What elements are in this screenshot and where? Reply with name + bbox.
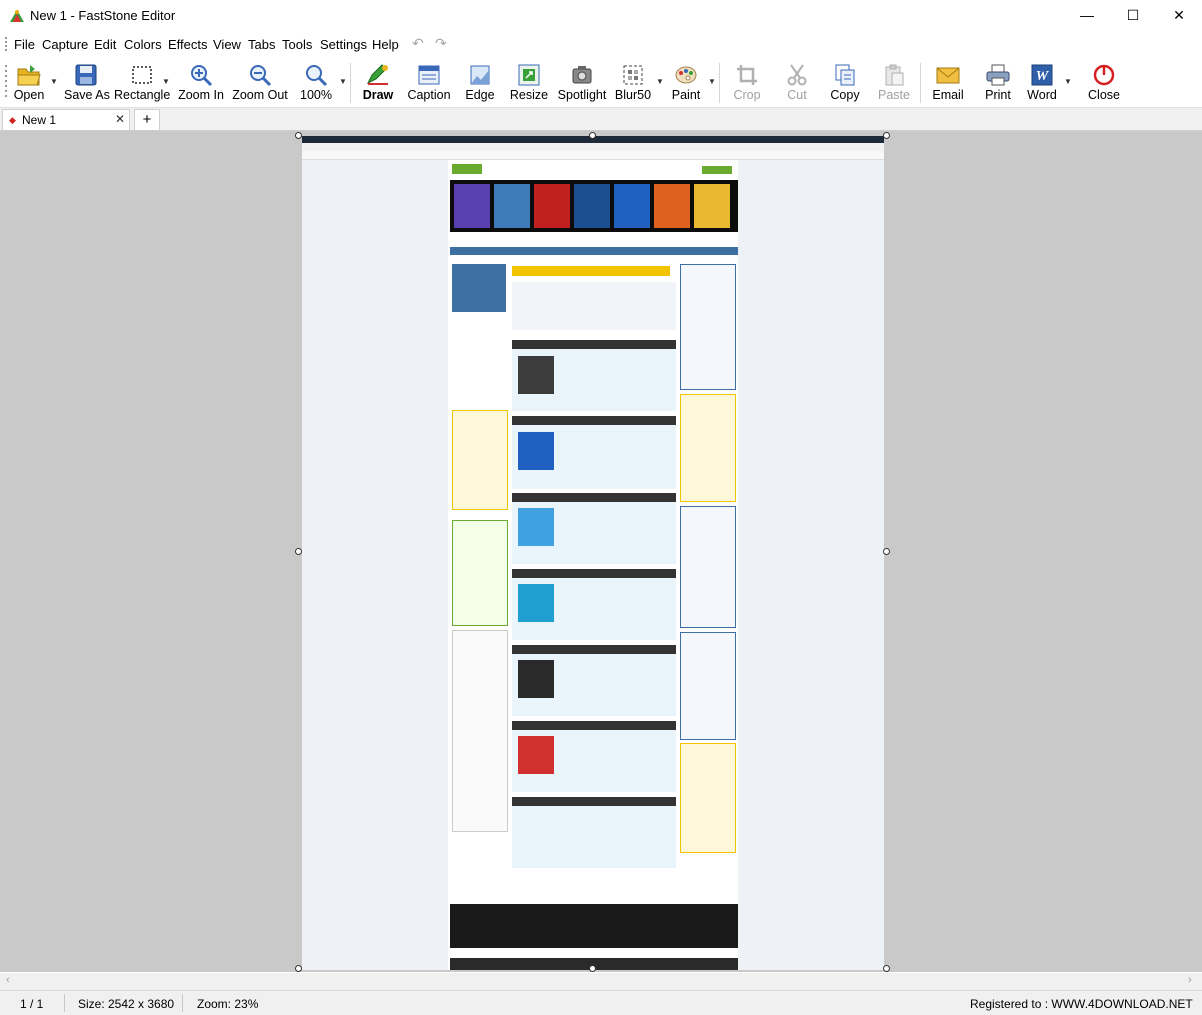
zoom-in-button[interactable]: Zoom In xyxy=(176,57,226,105)
zoom-100-icon xyxy=(306,65,328,87)
paste-button[interactable]: Paste xyxy=(874,57,914,105)
email-icon xyxy=(936,67,960,84)
blur-button[interactable]: Blur50 xyxy=(612,57,654,105)
captured-image[interactable] xyxy=(302,136,884,970)
resize-handle[interactable] xyxy=(295,548,302,555)
zoom-out-icon xyxy=(250,65,272,87)
resize-handle[interactable] xyxy=(295,132,302,139)
status-bar: 1 / 1 Size: 2542 x 3680 Zoom: 23% Regist… xyxy=(0,990,1202,1015)
menu-edit[interactable]: Edit xyxy=(94,37,116,52)
caption-button[interactable]: Caption xyxy=(404,57,454,105)
rectangle-icon xyxy=(132,66,152,84)
cut-button[interactable]: Cut xyxy=(777,57,817,105)
menu-settings[interactable]: Settings xyxy=(320,37,367,52)
save-as-button[interactable]: Save As xyxy=(64,57,110,105)
resize-handle[interactable] xyxy=(589,965,596,972)
horizontal-scrollbar[interactable]: ‹ › xyxy=(0,973,1202,990)
registration-text: Registered to : WWW.4DOWNLOAD.NET xyxy=(970,997,1193,1011)
toolbar: Open ▼ Save As Rectangle ▼ Zoom In Zoom … xyxy=(0,57,1202,108)
edge-icon xyxy=(470,65,490,85)
zoom-in-icon xyxy=(191,65,213,87)
menu-file[interactable]: File xyxy=(14,37,35,52)
menu-colors[interactable]: Colors xyxy=(124,37,162,52)
resize-handle[interactable] xyxy=(883,548,890,555)
zoom-out-button[interactable]: Zoom Out xyxy=(230,57,290,105)
cut-icon xyxy=(787,64,807,86)
menu-view[interactable]: View xyxy=(213,37,241,52)
resize-handle[interactable] xyxy=(883,132,890,139)
add-tab-button[interactable]: + xyxy=(134,109,160,131)
resize-handle[interactable] xyxy=(295,965,302,972)
resize-handle[interactable] xyxy=(883,965,890,972)
window-title: New 1 - FastStone Editor xyxy=(30,8,176,23)
caption-icon xyxy=(418,65,440,85)
word-icon: W xyxy=(1031,64,1053,86)
copy-icon xyxy=(835,64,855,86)
zoom-100-button[interactable]: 100% xyxy=(296,57,336,105)
zoom-level: Zoom: 23% xyxy=(197,997,259,1011)
resize-button[interactable]: Resize xyxy=(507,57,551,105)
page-indicator: 1 / 1 xyxy=(20,997,44,1011)
draw-button[interactable]: Draw xyxy=(358,57,398,105)
word-button[interactable]: W Word xyxy=(1022,57,1062,105)
print-icon xyxy=(986,64,1010,86)
open-icon xyxy=(17,65,41,86)
tab-new-1[interactable]: ◆ New 1 ✕ xyxy=(2,109,130,130)
email-button[interactable]: Email xyxy=(928,57,968,105)
print-button[interactable]: Print xyxy=(978,57,1018,105)
redo-icon[interactable]: ↷ xyxy=(435,35,447,52)
svg-text:W: W xyxy=(1036,69,1050,84)
scroll-left-icon[interactable]: ‹ xyxy=(6,974,10,986)
minimize-button[interactable]: — xyxy=(1064,0,1110,31)
copy-button[interactable]: Copy xyxy=(825,57,865,105)
resize-handle[interactable] xyxy=(589,132,596,139)
draw-icon xyxy=(366,64,388,85)
title-bar: New 1 - FastStone Editor — ☐ ✕ xyxy=(0,0,1202,31)
undo-icon[interactable]: ↶ xyxy=(412,35,424,52)
canvas-area[interactable] xyxy=(0,131,1202,972)
crop-button[interactable]: Crop xyxy=(727,57,767,105)
menu-tools[interactable]: Tools xyxy=(282,37,312,52)
menu-effects[interactable]: Effects xyxy=(168,37,208,52)
paint-button[interactable]: Paint xyxy=(666,57,706,105)
paint-icon xyxy=(675,66,697,84)
paste-icon xyxy=(885,64,904,86)
scroll-right-icon[interactable]: › xyxy=(1188,974,1192,986)
edge-button[interactable]: Edge xyxy=(460,57,500,105)
menu-help[interactable]: Help xyxy=(372,37,399,52)
spotlight-button[interactable]: Spotlight xyxy=(556,57,608,105)
menu-bar: File Capture Edit Colors Effects View Ta… xyxy=(0,32,1202,55)
blur-icon xyxy=(623,65,643,85)
tab-strip: ◆ New 1 ✕ + xyxy=(0,108,1202,131)
maximize-button[interactable]: ☐ xyxy=(1110,0,1156,31)
open-button[interactable]: Open xyxy=(10,57,48,105)
app-icon xyxy=(10,10,24,22)
crop-icon xyxy=(737,65,757,85)
save-icon xyxy=(75,64,97,86)
menu-capture[interactable]: Capture xyxy=(42,37,88,52)
tab-close-icon[interactable]: ✕ xyxy=(115,112,125,126)
image-size: Size: 2542 x 3680 xyxy=(78,997,175,1011)
window-close-button[interactable]: ✕ xyxy=(1156,0,1202,31)
tab-label: New 1 xyxy=(22,113,57,127)
close-icon xyxy=(1093,64,1115,86)
resize-icon xyxy=(518,64,540,86)
modified-dot-icon: ◆ xyxy=(9,115,16,125)
menu-tabs[interactable]: Tabs xyxy=(248,37,275,52)
spotlight-icon xyxy=(572,66,592,84)
close-button[interactable]: Close xyxy=(1082,57,1126,105)
